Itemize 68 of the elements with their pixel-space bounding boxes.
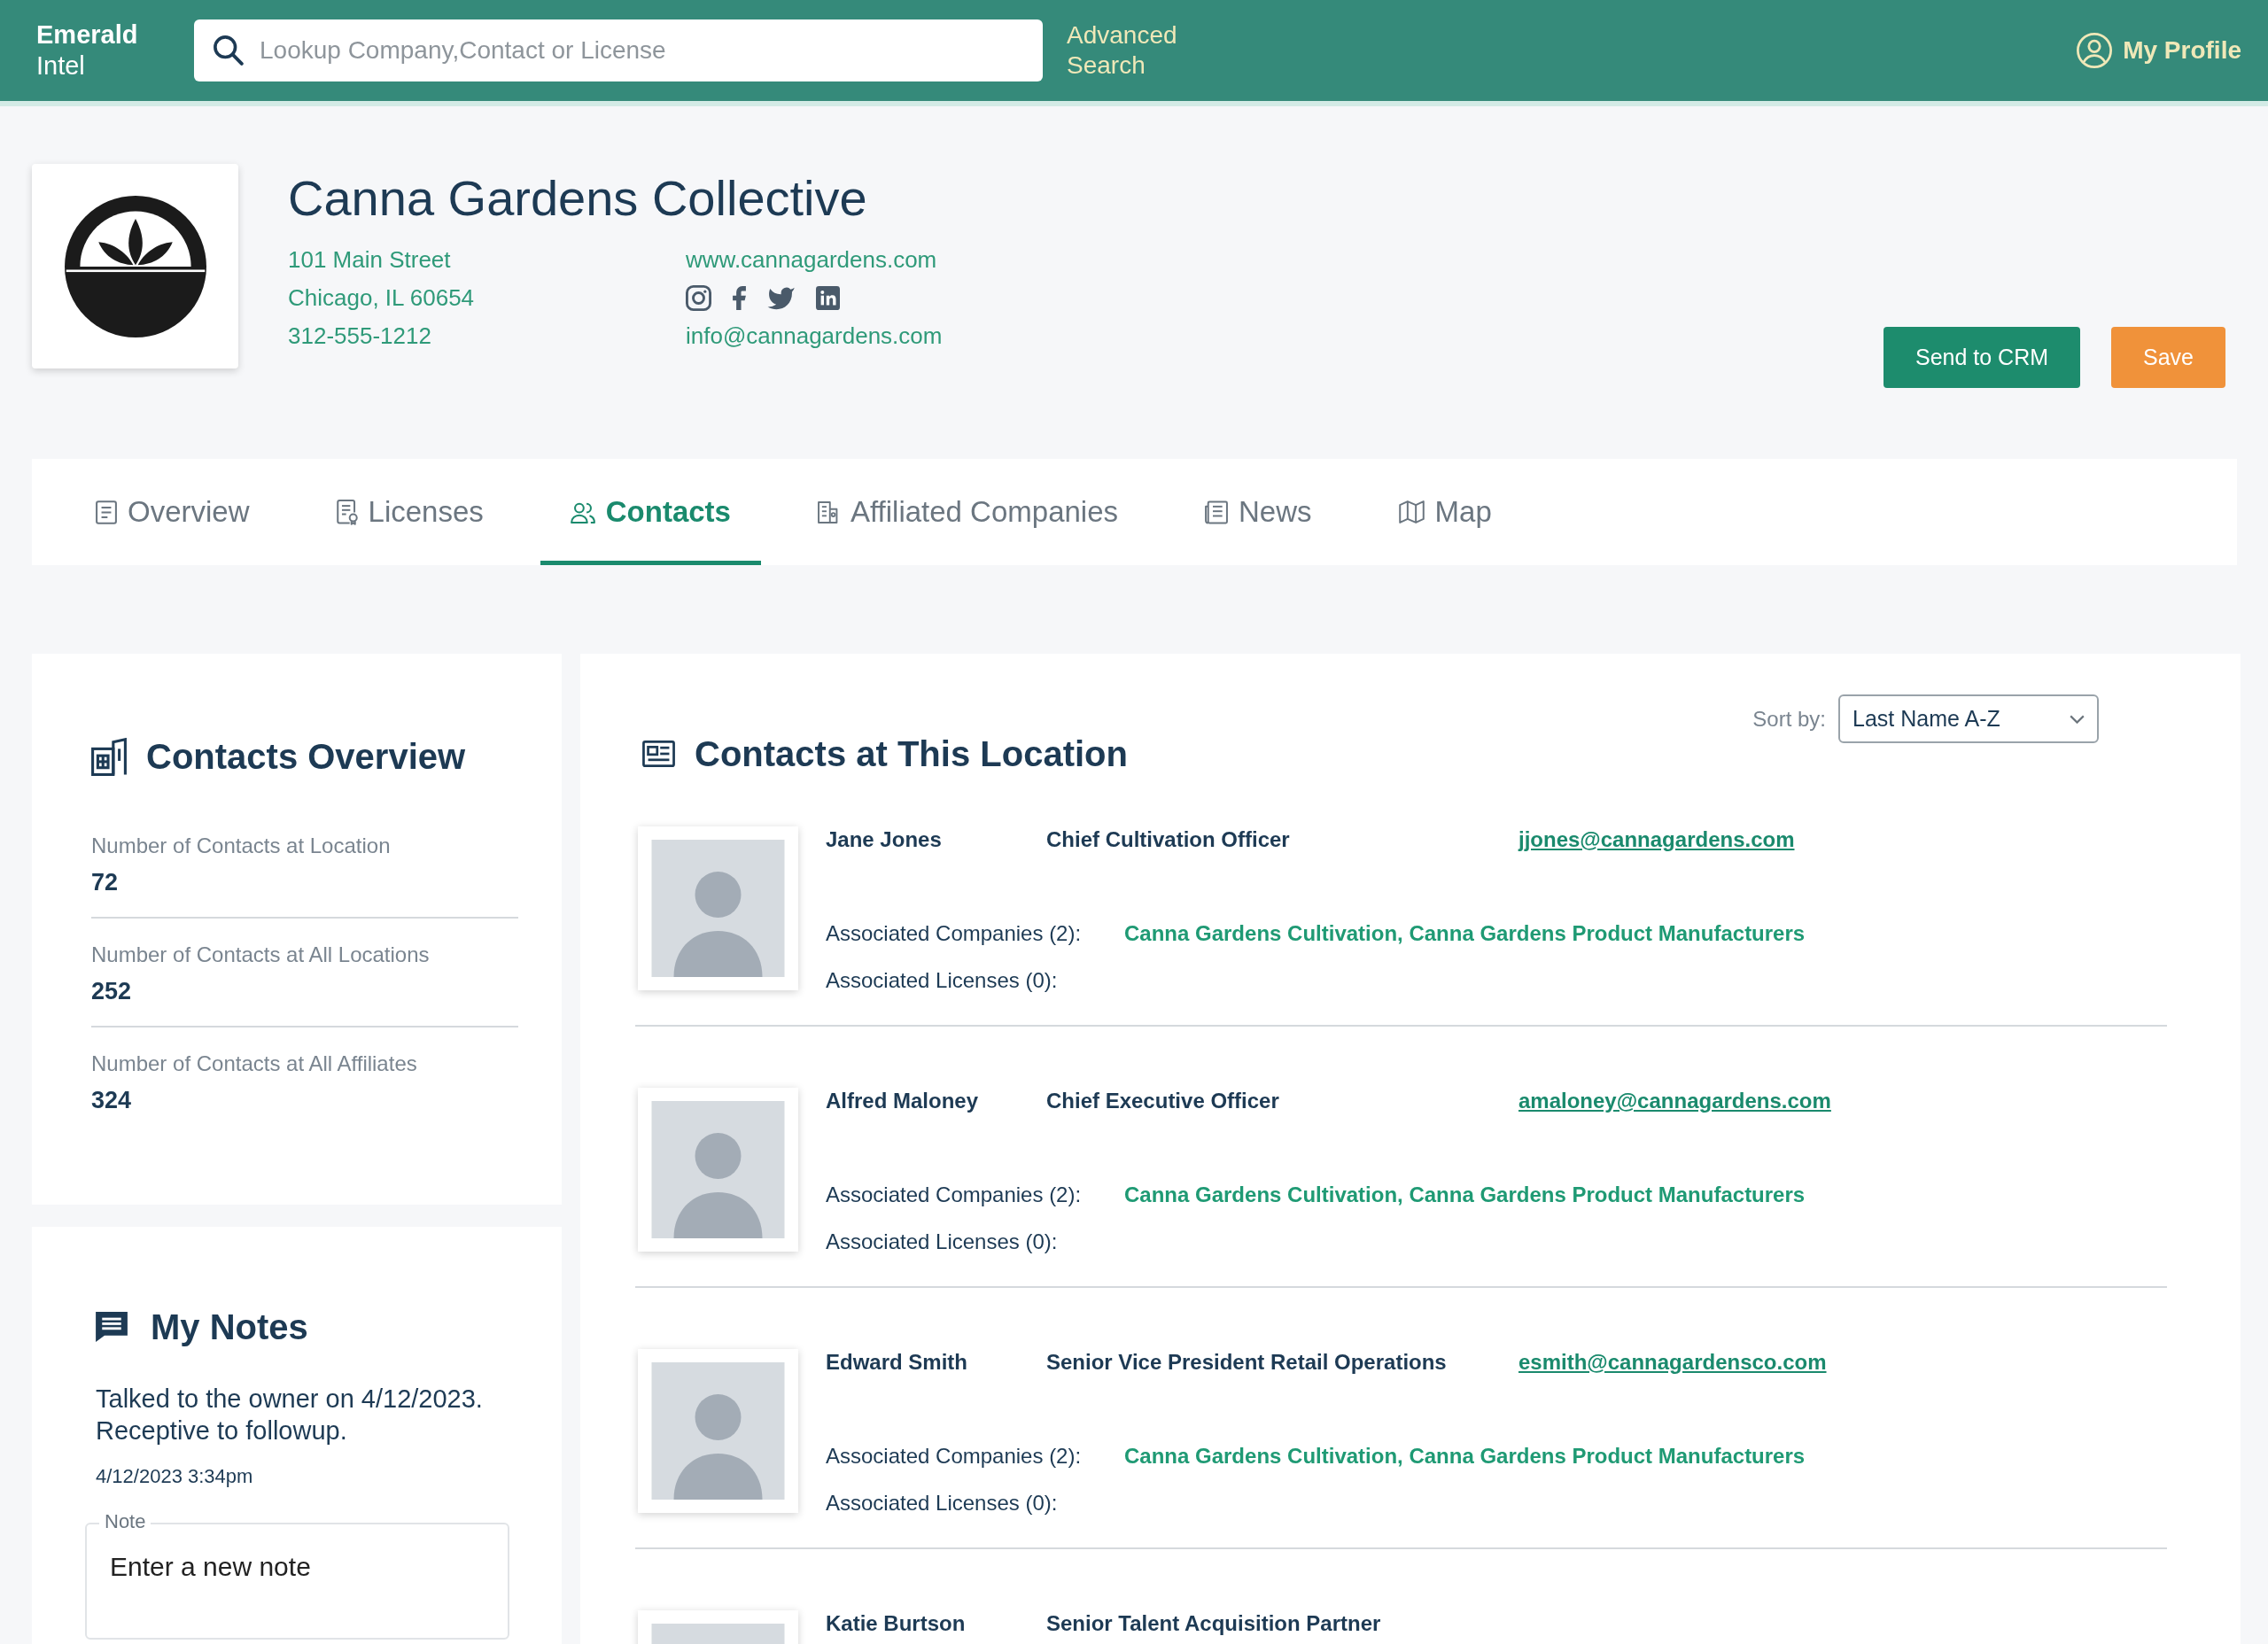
newspaper-icon bbox=[1205, 500, 1229, 524]
companies-label: Associated Companies (2): bbox=[826, 1443, 1083, 1470]
stat-value: 324 bbox=[91, 1086, 133, 1115]
section-title: Contacts at This Location bbox=[695, 734, 1128, 773]
companies-label: Associated Companies (2): bbox=[826, 920, 1083, 947]
building-icon bbox=[817, 500, 840, 524]
chat-bubble-icon bbox=[96, 1312, 128, 1342]
instagram-icon[interactable] bbox=[686, 285, 711, 311]
stat-label: Number of Contacts at All Affiliates bbox=[91, 1051, 418, 1077]
section-title: My Notes bbox=[151, 1307, 308, 1346]
section-title: Contacts Overview bbox=[146, 737, 466, 776]
facebook-icon[interactable] bbox=[733, 286, 746, 310]
email-link[interactable]: info@cannagardens.com bbox=[686, 317, 943, 355]
contact-title: Chief Cultivation Officer bbox=[1046, 826, 1291, 853]
brand-name: Emerald bbox=[36, 19, 139, 50]
contact-email-link[interactable]: esmith@cannagardensco.com bbox=[1518, 1349, 1827, 1376]
tab[interactable]: Overview bbox=[66, 459, 280, 565]
companies-label: Associated Companies (2): bbox=[826, 1182, 1083, 1208]
companies-link[interactable]: Canna Gardens Cultivation, Canna Gardens Product Manufacturers bbox=[1124, 1443, 1806, 1470]
contact-title: Senior Talent Acquisition Partner bbox=[1046, 1610, 1382, 1637]
tab[interactable]: News bbox=[1175, 459, 1342, 565]
contact-name: Edward Smith bbox=[826, 1349, 969, 1376]
tab[interactable]: Contacts bbox=[540, 459, 761, 565]
brand-suffix: Intel bbox=[36, 50, 86, 81]
stat-value: 72 bbox=[91, 868, 120, 897]
send-button[interactable]: Send to CRM bbox=[1883, 327, 2080, 388]
contact-title: Senior Vice President Retail Operations bbox=[1046, 1349, 1448, 1376]
companies-link[interactable]: Canna Gardens Cultivation, Canna Gardens Product Manufacturers bbox=[1124, 1182, 1806, 1208]
contact-name: Jane Jones bbox=[826, 826, 943, 853]
tab[interactable]: Affiliated Companies bbox=[787, 459, 1149, 565]
contact-email-link[interactable]: jjones@cannagardens.com bbox=[1518, 826, 1795, 853]
contact-email-link[interactable]: amaloney@cannagardens.com bbox=[1518, 1088, 1831, 1114]
people-icon bbox=[570, 500, 595, 523]
stat-label: Number of Contacts at All Locations bbox=[91, 942, 431, 968]
contact-name: Katie Burtson bbox=[826, 1610, 967, 1637]
note-timestamp: 4/12/2023 3:34pm bbox=[96, 1464, 254, 1489]
website-link[interactable]: www.cannagardens.com bbox=[686, 241, 937, 279]
address-text: Chicago, IL 60654 bbox=[288, 283, 475, 313]
stat-label: Number of Contacts at Location bbox=[91, 833, 392, 859]
licenses-label: Associated Licenses (0): bbox=[826, 1490, 1059, 1516]
company-name: Canna Gardens Collective bbox=[288, 169, 868, 228]
user-circle-icon bbox=[2077, 33, 2113, 68]
tab[interactable]: Map bbox=[1368, 459, 1522, 565]
linkedin-icon[interactable] bbox=[816, 286, 840, 310]
building-icon bbox=[91, 737, 127, 776]
sort-label: Sort by: bbox=[1752, 705, 1826, 733]
sort-dropdown[interactable]: Last Name A-Z bbox=[1838, 694, 2099, 743]
search-icon bbox=[214, 35, 244, 66]
advanced-search-link[interactable]: Advanced Search bbox=[1067, 20, 1200, 81]
address-text: 101 Main Street bbox=[288, 245, 451, 275]
contact-title: Chief Executive Officer bbox=[1046, 1088, 1280, 1114]
tab[interactable]: Licenses bbox=[306, 459, 514, 565]
newspaper-icon bbox=[642, 741, 675, 767]
chevron-down-icon bbox=[2070, 714, 2085, 724]
document-icon bbox=[96, 500, 117, 524]
profile-link[interactable]: My Profile bbox=[2077, 32, 2241, 69]
companies-link[interactable]: Canna Gardens Cultivation, Canna Gardens Product Manufacturers bbox=[1124, 920, 1806, 947]
license-document-icon bbox=[336, 499, 358, 525]
phone-link[interactable]: 312-555-1212 bbox=[288, 317, 431, 355]
licenses-label: Associated Licenses (0): bbox=[826, 967, 1059, 994]
search-input[interactable]: Lookup Company,Contact or License bbox=[194, 19, 1043, 81]
twitter-bird-icon[interactable] bbox=[767, 286, 795, 310]
contact-name: Alfred Maloney bbox=[826, 1088, 980, 1114]
save-button[interactable]: Save bbox=[2111, 327, 2225, 388]
licenses-label: Associated Licenses (0): bbox=[826, 1229, 1059, 1255]
note-text: Talked to the owner on 4/12/2023. Receptive to followup. bbox=[96, 1384, 484, 1446]
stat-value: 252 bbox=[91, 977, 133, 1006]
map-icon bbox=[1398, 500, 1425, 523]
